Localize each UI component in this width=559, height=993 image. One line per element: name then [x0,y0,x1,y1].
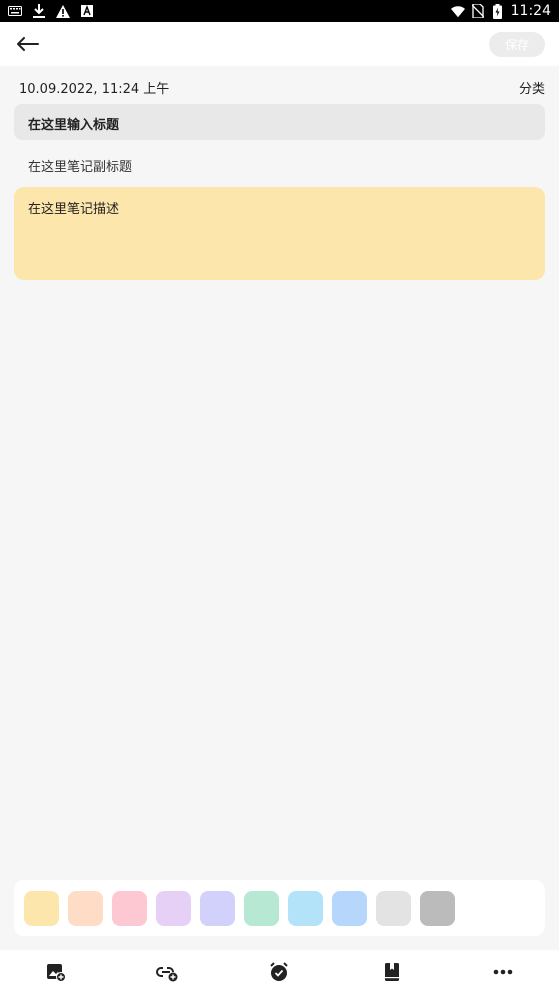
add-image-icon [47,964,66,982]
color-swatch[interactable] [68,891,103,926]
more-icon [493,969,513,975]
color-swatch[interactable] [332,891,367,926]
toolbar: 保存 [0,22,559,66]
add-link-icon [156,967,178,982]
warning-icon [56,4,70,18]
title-placeholder: 在这里输入标题 [28,118,120,133]
keyboard-icon [8,4,22,18]
color-swatch[interactable] [156,891,191,926]
add-link-button[interactable] [156,961,178,983]
color-palette [14,880,545,936]
more-button[interactable] [492,961,514,983]
no-sim-icon [471,4,485,18]
color-swatch[interactable] [112,891,147,926]
battery-charging-icon [491,3,505,19]
alarm-button[interactable] [268,961,290,983]
status-bar-right: 11:24 [450,3,551,19]
bottom-action-bar [0,950,559,993]
color-swatch[interactable] [288,891,323,926]
title-input[interactable]: 在这里输入标题 [14,104,545,140]
note-date: 10.09.2022, 11:24 上午 [19,82,170,97]
color-swatch[interactable] [420,891,455,926]
color-swatch[interactable] [244,891,279,926]
save-button[interactable]: 保存 [489,32,545,57]
subtitle-input[interactable]: 在这里笔记副标题 [14,148,545,180]
color-swatch[interactable] [24,891,59,926]
notebook-button[interactable] [381,961,403,983]
description-placeholder: 在这里笔记描述 [28,202,120,217]
status-bar-left [8,3,94,19]
subtitle-placeholder: 在这里笔记副标题 [28,160,133,175]
alarm-icon [270,962,288,981]
description-input[interactable]: 在这里笔记描述 [14,187,545,280]
status-bar: 11:24 [0,0,559,22]
category-button[interactable]: 分类 [519,78,545,97]
download-icon [32,4,46,18]
color-swatch[interactable] [200,891,235,926]
font-a-icon [80,4,94,18]
color-swatch[interactable] [376,891,411,926]
wifi-icon [450,4,465,18]
note-meta: 10.09.2022, 11:24 上午 分类 [19,76,545,97]
back-button[interactable] [14,30,42,58]
notebook-icon [385,963,399,981]
status-time: 11:24 [510,3,551,19]
add-image-button[interactable] [45,961,67,983]
arrow-left-icon [17,37,39,51]
